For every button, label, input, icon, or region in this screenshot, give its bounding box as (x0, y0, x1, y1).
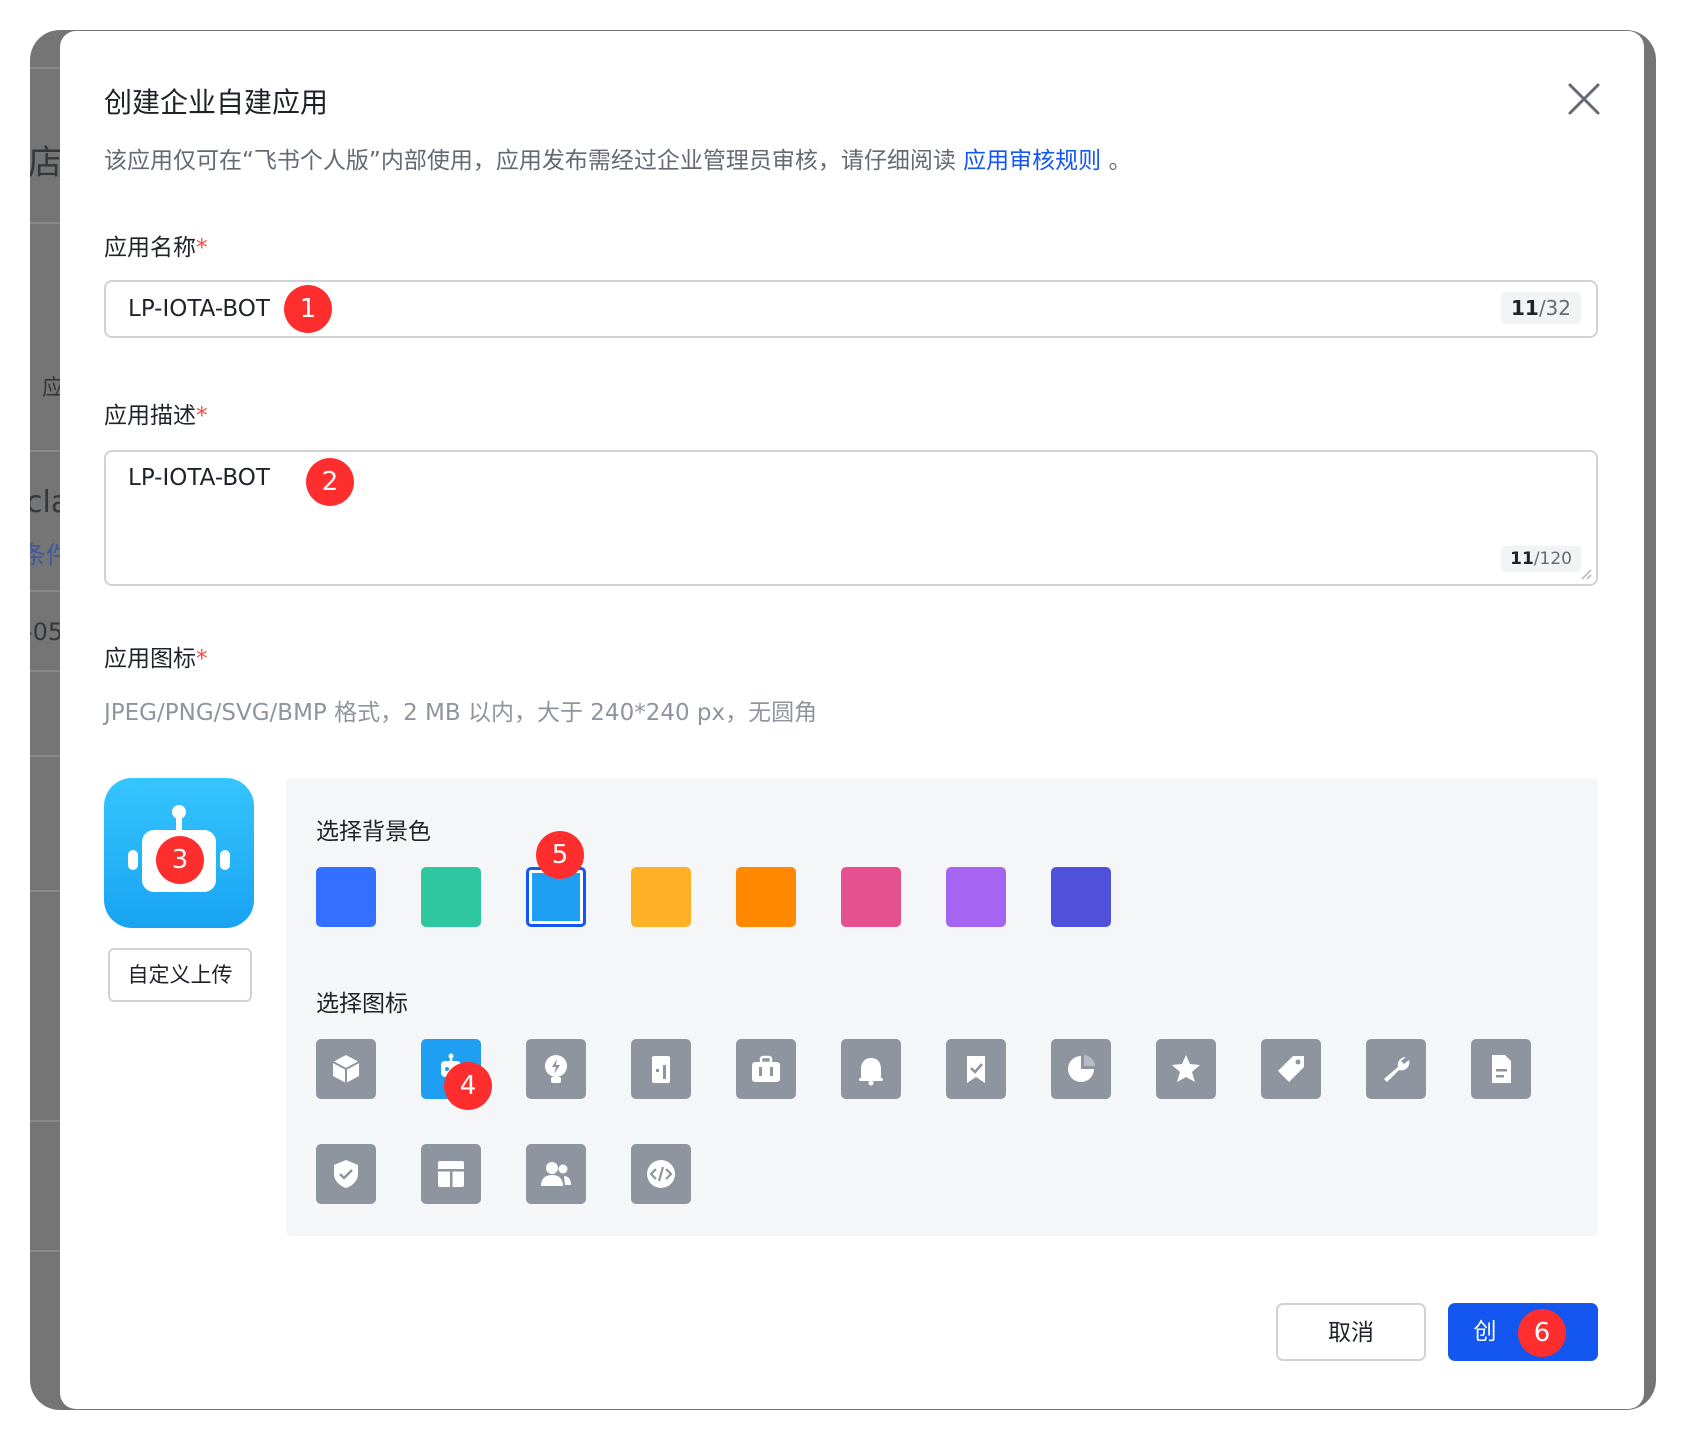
star-icon (1172, 1055, 1200, 1082)
required-mark: * (196, 403, 208, 429)
name-char-counter: 11/32 (1500, 292, 1581, 324)
color-swatch[interactable] (1051, 867, 1111, 927)
color-swatch[interactable] (841, 867, 901, 927)
code-icon (647, 1160, 675, 1188)
bell-icon (859, 1058, 883, 1086)
app-description-label: 应用描述* (104, 403, 208, 429)
subtitle-end: 。 (1108, 148, 1132, 174)
document-icon (1492, 1055, 1511, 1083)
dialog-title: 创建企业自建应用 (104, 86, 329, 119)
background-text: -05 (30, 618, 64, 646)
resize-handle-icon[interactable] (1578, 566, 1592, 580)
required-mark: * (196, 646, 208, 672)
layout-icon (438, 1161, 464, 1187)
close-button[interactable] (1560, 75, 1608, 123)
required-mark: * (196, 235, 208, 261)
background-text: 店 (30, 143, 62, 183)
icon-option[interactable] (946, 1039, 1006, 1099)
icon-option[interactable] (526, 1144, 586, 1204)
color-swatch[interactable] (736, 867, 796, 927)
icon-option[interactable] (1261, 1039, 1321, 1099)
step-marker: 5 (536, 831, 584, 879)
app-description-value: LP-IOTA-BOT (128, 465, 270, 491)
close-icon (1568, 83, 1600, 115)
building-icon (652, 1056, 670, 1083)
cancel-button[interactable]: 取消 (1276, 1303, 1426, 1361)
users-icon (541, 1162, 571, 1186)
wrench-icon (1384, 1056, 1410, 1082)
icon-option[interactable] (631, 1039, 691, 1099)
step-marker: 6 (1518, 1309, 1566, 1357)
icon-format-hint: JPEG/PNG/SVG/BMP 格式，2 MB 以内，大于 240*240 p… (104, 700, 818, 726)
description-char-counter: 11/120 (1501, 546, 1581, 572)
briefcase-icon (752, 1055, 780, 1082)
step-marker: 2 (306, 458, 354, 506)
shield-check-icon (334, 1160, 358, 1188)
dialog-subtitle: 该应用仅可在“飞书个人版”内部使用，应用发布需经过企业管理员审核，请仔细阅读 应… (104, 141, 1131, 175)
tag-icon (1278, 1056, 1304, 1082)
cube-icon (332, 1055, 360, 1083)
icon-option[interactable] (526, 1039, 586, 1099)
icon-option[interactable] (1366, 1039, 1426, 1099)
lightbulb-icon (545, 1055, 567, 1083)
color-swatch[interactable] (631, 867, 691, 927)
icon-section-label: 选择图标 (316, 991, 408, 1017)
step-marker: 1 (284, 285, 332, 333)
color-swatch[interactable] (946, 867, 1006, 927)
create-app-dialog: 创建企业自建应用 该应用仅可在“飞书个人版”内部使用，应用发布需经过企业管理员审… (60, 31, 1644, 1409)
custom-upload-button[interactable]: 自定义上传 (108, 948, 252, 1002)
subtitle-text: 该应用仅可在“飞书个人版”内部使用，应用发布需经过企业管理员审核，请仔细阅读 (104, 148, 956, 174)
icon-option[interactable] (1051, 1039, 1111, 1099)
icon-option[interactable] (316, 1144, 376, 1204)
icon-option[interactable] (631, 1144, 691, 1204)
step-marker: 3 (156, 836, 204, 884)
app-icon-label: 应用图标* (104, 646, 208, 672)
pie-chart-icon (1068, 1055, 1095, 1082)
review-rules-link[interactable]: 应用审核规则 (963, 148, 1101, 174)
bookmark-check-icon (967, 1056, 985, 1083)
app-name-label: 应用名称* (104, 235, 208, 261)
background-color-section-label: 选择背景色 (316, 819, 431, 845)
icon-option[interactable] (421, 1144, 481, 1204)
app-name-value: LP-IOTA-BOT (128, 296, 270, 322)
icon-option[interactable] (316, 1039, 376, 1099)
icon-option[interactable] (841, 1039, 901, 1099)
icon-option[interactable] (736, 1039, 796, 1099)
icon-option[interactable] (1471, 1039, 1531, 1099)
icon-option[interactable] (1156, 1039, 1216, 1099)
icon-picker-panel: 选择背景色 选择图标 (286, 778, 1598, 1236)
color-swatch[interactable] (316, 867, 376, 927)
step-marker: 4 (444, 1062, 492, 1110)
color-swatch[interactable] (421, 867, 481, 927)
